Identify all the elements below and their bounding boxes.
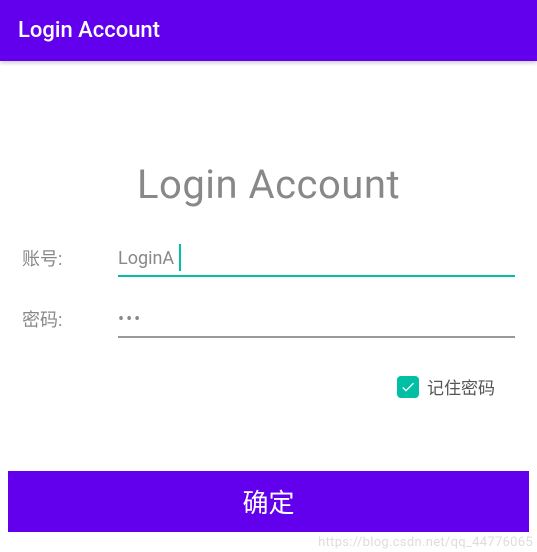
password-row: 密码: •••: [18, 305, 519, 338]
app-bar-title: Login Account: [18, 18, 160, 43]
username-label: 账号:: [22, 245, 118, 277]
remember-label: 记住密码: [427, 374, 495, 399]
form-heading: Login Account: [18, 161, 519, 208]
password-label: 密码:: [22, 306, 118, 338]
watermark: https://blog.csdn.net/qq_44776065: [318, 535, 533, 550]
app-bar: Login Account: [0, 0, 537, 61]
username-row: 账号:: [18, 244, 519, 277]
username-input-wrap: [118, 244, 515, 277]
remember-row: 记住密码: [18, 366, 519, 399]
checkmark-icon: [400, 379, 416, 395]
password-input-wrap: •••: [118, 305, 515, 338]
login-form: Login Account 账号: 密码: ••• 记住密码: [0, 61, 537, 399]
password-input[interactable]: •••: [118, 305, 515, 338]
text-cursor: [179, 244, 181, 271]
username-input[interactable]: [118, 244, 515, 277]
remember-checkbox[interactable]: [397, 376, 419, 398]
confirm-button[interactable]: 确定: [8, 471, 529, 532]
